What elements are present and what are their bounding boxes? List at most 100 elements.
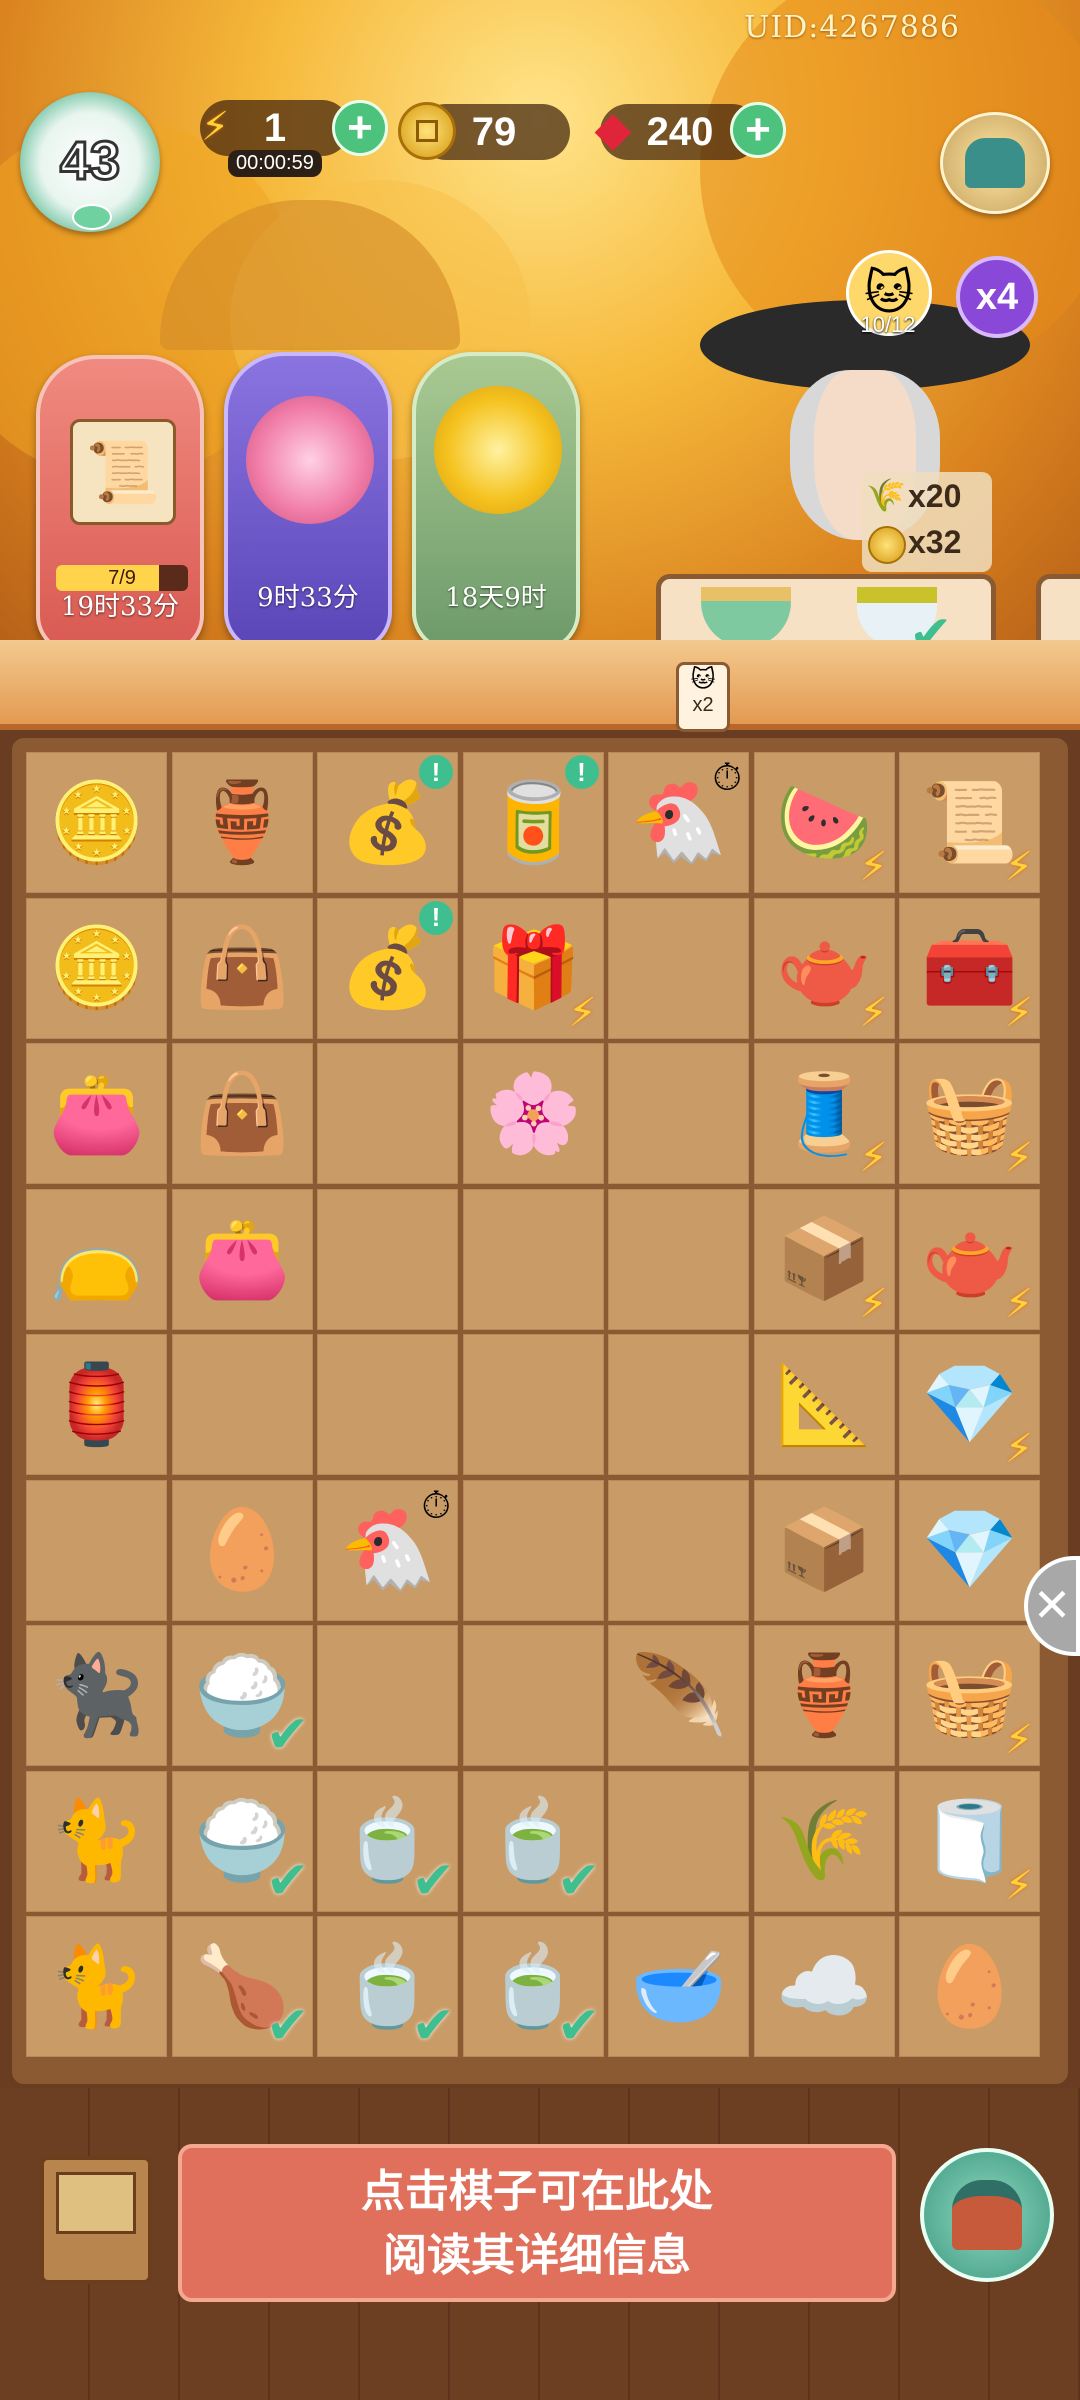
scroll-event-icon: 📜 [70, 419, 176, 525]
board-cell[interactable]: 🧺 ⚡ [899, 1043, 1040, 1184]
coins-stack-icon: 🪙 [47, 777, 146, 866]
scroll-event-card[interactable]: 📜 7/9 19时33分 [36, 355, 204, 655]
board-cell[interactable]: 🧺 ⚡ [899, 1625, 1040, 1766]
board-cell[interactable] [317, 1188, 458, 1330]
check-icon: ✔ [265, 1997, 310, 2055]
board-cell[interactable]: 👝 [26, 1188, 167, 1330]
multiplier-badge[interactable]: x4 [956, 256, 1038, 338]
board-cell[interactable]: 👜 [171, 1043, 313, 1184]
board-cell[interactable]: 📦 ⚡ [753, 1188, 895, 1330]
board-cell[interactable]: 📜 ⚡ [899, 752, 1040, 893]
board-cell[interactable]: 💰! [317, 897, 458, 1039]
board-cell[interactable]: 🥚 [171, 1479, 313, 1621]
calico-cat-2-icon: 🐈 [47, 1941, 146, 2030]
board-cell[interactable]: 🏮 [26, 1334, 167, 1475]
board-cell[interactable] [171, 1334, 313, 1475]
board-cell[interactable]: 🏺 [171, 752, 313, 893]
board-cell[interactable]: 🎁 ⚡ [462, 897, 604, 1039]
player-level-number: 43 [58, 130, 121, 193]
board-cell[interactable] [317, 1043, 458, 1184]
calico-cat-icon: 🐈 [47, 1796, 146, 1884]
lightning-icon: ⚡ [859, 1136, 888, 1180]
player-level-badge[interactable]: 43 [20, 92, 160, 232]
lightning-icon: ⚡ [568, 990, 597, 1035]
board-cell[interactable]: 🍵 ✔ [462, 1770, 604, 1912]
board-cell[interactable]: 📦 [753, 1479, 895, 1621]
board-cell[interactable] [608, 897, 749, 1039]
board-cell[interactable] [462, 1188, 604, 1330]
board-cell[interactable]: 👛 [26, 1043, 167, 1184]
board-cell[interactable]: 🐔 ⏱ [608, 752, 749, 893]
board-cell[interactable]: 🧰 ⚡ [899, 897, 1040, 1039]
board-cell[interactable]: 🐔 ⏱ [317, 1479, 458, 1621]
board-cell[interactable]: 🌸 [462, 1043, 604, 1184]
gift-box-icon: 🎁 [484, 923, 582, 1011]
add-gems-button[interactable]: + [730, 102, 786, 158]
item-info-banner: 点击棋子可在此处 阅读其详细信息 [178, 2144, 896, 2302]
fruit-crate-icon: 🍉 [775, 777, 873, 866]
board-cell[interactable]: 🍵 ✔ [462, 1916, 604, 2057]
board-cell[interactable]: 🥣 [608, 1916, 749, 2057]
loom-wheel-icon: 🧻 [920, 1796, 1019, 1884]
board-cell[interactable]: 📐 [753, 1334, 895, 1475]
egg-icon: 🥚 [193, 1505, 291, 1593]
board-cell[interactable]: 🫖 ⚡ [899, 1188, 1040, 1330]
lightning-icon: ⚡ [859, 1281, 888, 1326]
jewel-chest-icon: 💎 [920, 1359, 1019, 1448]
soup-bowl-icon: 🥣 [629, 1941, 728, 2030]
board-cell[interactable]: 🍚 ✔ [171, 1770, 313, 1912]
board-cell[interactable]: 💎 [899, 1479, 1040, 1621]
board-cell[interactable]: 🍉 ⚡ [753, 752, 895, 893]
board-cell[interactable]: 🍗 ✔ [171, 1916, 313, 2057]
red-box-icon: 🥫 [484, 777, 582, 866]
board-cell[interactable] [608, 1334, 749, 1475]
lightning-icon: ⚡ [1004, 1136, 1033, 1180]
board-cell[interactable] [462, 1625, 604, 1766]
board-cell[interactable]: 🫖 ⚡ [753, 897, 895, 1039]
peony-event-card[interactable]: 9时33分 [224, 352, 392, 652]
board-cell[interactable] [26, 1479, 167, 1621]
board-cell[interactable]: 🌾 [753, 1770, 895, 1912]
chrysanthemum-event-card[interactable]: 18天9时 [412, 352, 580, 652]
cabinet-storage-button[interactable] [40, 2156, 152, 2284]
board-cell[interactable]: 🍵 ✔ [317, 1916, 458, 2057]
board-cell[interactable] [608, 1188, 749, 1330]
board-cell[interactable] [462, 1334, 604, 1475]
board-cell[interactable]: 🐈 [26, 1770, 167, 1912]
board-cell[interactable]: 🪙 [26, 897, 167, 1039]
scroll-box-icon: 📦 [775, 1214, 873, 1302]
board-cell[interactable] [608, 1479, 749, 1621]
pavilion-sell-button[interactable] [920, 2148, 1054, 2282]
board-cell[interactable]: 🧵 ⚡ [753, 1043, 895, 1184]
board-cell[interactable] [608, 1770, 749, 1912]
check-icon: ✔ [411, 1997, 455, 2055]
silk-cocoons-icon: 🥚 [920, 1941, 1019, 2030]
board-cell[interactable]: 🥚 [899, 1916, 1040, 2057]
small-purse-icon: 👛 [193, 1214, 291, 1302]
board-cell[interactable]: 👛 [171, 1188, 313, 1330]
orders-count: 10/12 [860, 312, 916, 337]
board-cell[interactable]: 🧻 ⚡ [899, 1770, 1040, 1912]
board-cell[interactable]: 🐈 [26, 1916, 167, 2057]
lightning-icon: ⚡ [1004, 845, 1033, 889]
board-cell[interactable]: ☁️ [753, 1916, 895, 2057]
ruby-icon: ◆ [594, 103, 632, 156]
board-cell[interactable]: 🍵 ✔ [317, 1770, 458, 1912]
board-cell[interactable]: 👜 [171, 897, 313, 1039]
board-cell[interactable]: 💎 ⚡ [899, 1334, 1040, 1475]
board-cell[interactable] [317, 1625, 458, 1766]
board-cell[interactable]: 🍚 ✔ [171, 1625, 313, 1766]
board-cell[interactable] [462, 1479, 604, 1621]
board-cell[interactable] [608, 1043, 749, 1184]
board-cell[interactable]: 🥫! [462, 752, 604, 893]
blue-jar-icon: 🏺 [775, 1650, 873, 1739]
board-cell[interactable]: 🐈‍⬛ [26, 1625, 167, 1766]
add-energy-button[interactable]: + [332, 100, 388, 156]
board-cell[interactable]: 🏺 [753, 1625, 895, 1766]
board-cell[interactable]: 🪶 [608, 1625, 749, 1766]
board-cell[interactable]: 💰! [317, 752, 458, 893]
board-cell[interactable] [317, 1334, 458, 1475]
board-cell[interactable]: 🪙 [26, 752, 167, 893]
shop-pavilion-button[interactable] [940, 112, 1050, 214]
wheat-icon: 🌾 [866, 477, 906, 513]
